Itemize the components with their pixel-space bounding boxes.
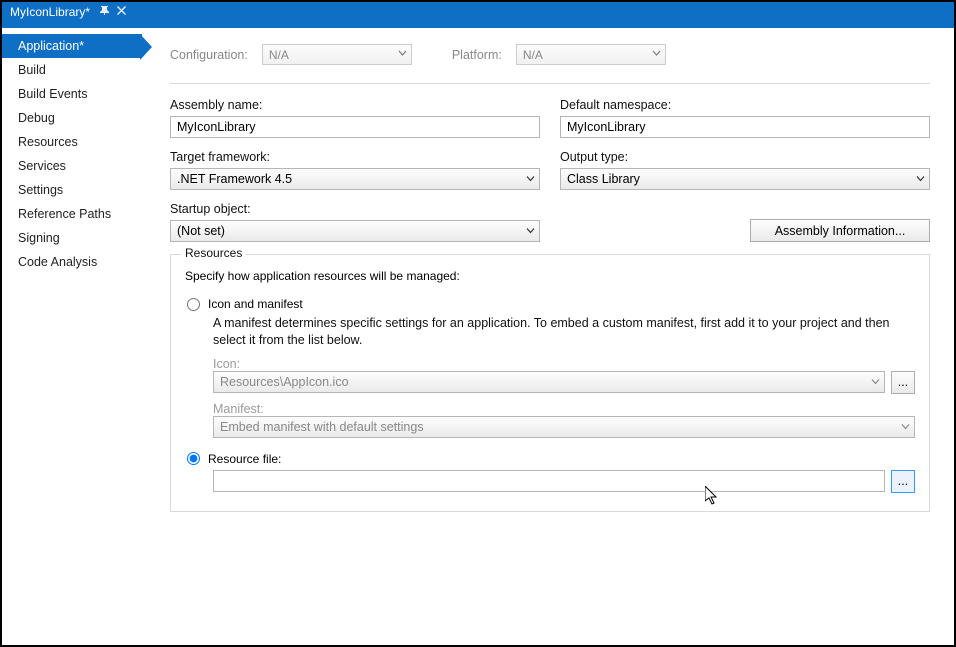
icon-select: Resources\AppIcon.ico bbox=[213, 371, 885, 393]
platform-select: N/A bbox=[516, 44, 666, 65]
sidebar-item-settings[interactable]: Settings bbox=[2, 178, 142, 202]
configuration-label: Configuration: bbox=[170, 48, 248, 62]
assembly-information-button[interactable]: Assembly Information... bbox=[750, 219, 930, 242]
target-framework-label: Target framework: bbox=[170, 150, 540, 164]
tab-title: MyIconLibrary* bbox=[10, 5, 90, 19]
icon-manifest-radio[interactable]: Icon and manifest bbox=[187, 297, 915, 311]
close-icon[interactable] bbox=[117, 6, 126, 18]
resource-file-input[interactable] bbox=[213, 470, 885, 492]
output-type-select[interactable]: Class Library bbox=[560, 168, 930, 190]
pin-icon[interactable] bbox=[100, 6, 109, 18]
document-tab[interactable]: MyIconLibrary* bbox=[2, 2, 136, 22]
manifest-value: Embed manifest with default settings bbox=[220, 420, 424, 434]
configuration-value: N/A bbox=[269, 48, 289, 62]
configuration-select: N/A bbox=[262, 44, 412, 65]
manifest-select: Embed manifest with default settings bbox=[213, 416, 915, 438]
resource-file-radio[interactable]: Resource file: bbox=[187, 452, 915, 466]
sidebar-item-services[interactable]: Services bbox=[2, 154, 142, 178]
assembly-name-label: Assembly name: bbox=[170, 98, 540, 112]
resources-group: Resources Specify how application resour… bbox=[170, 254, 930, 512]
platform-value: N/A bbox=[523, 48, 543, 62]
chevron-down-icon bbox=[526, 175, 535, 184]
output-type-value: Class Library bbox=[567, 172, 640, 186]
default-namespace-label: Default namespace: bbox=[560, 98, 930, 112]
startup-object-value: (Not set) bbox=[177, 224, 225, 238]
icon-label: Icon: bbox=[213, 357, 915, 371]
platform-label: Platform: bbox=[452, 48, 502, 62]
output-type-label: Output type: bbox=[560, 150, 930, 164]
manifest-label: Manifest: bbox=[213, 402, 915, 416]
chevron-down-icon bbox=[901, 422, 910, 431]
sidebar-item-build[interactable]: Build bbox=[2, 58, 142, 82]
target-framework-select[interactable]: .NET Framework 4.5 bbox=[170, 168, 540, 190]
target-framework-value: .NET Framework 4.5 bbox=[177, 172, 292, 186]
icon-manifest-help: A manifest determines specific settings … bbox=[213, 315, 915, 349]
sidebar-item-code-analysis[interactable]: Code Analysis bbox=[2, 250, 142, 274]
assembly-name-input[interactable] bbox=[170, 116, 540, 138]
sidebar-item-build-events[interactable]: Build Events bbox=[2, 82, 142, 106]
chevron-down-icon bbox=[526, 227, 535, 236]
chevron-down-icon bbox=[652, 49, 661, 58]
icon-value: Resources\AppIcon.ico bbox=[220, 375, 349, 389]
chevron-down-icon bbox=[916, 175, 925, 184]
startup-object-select[interactable]: (Not set) bbox=[170, 220, 540, 242]
chevron-down-icon bbox=[871, 378, 880, 387]
startup-object-label: Startup object: bbox=[170, 202, 540, 216]
sidebar-item-reference-paths[interactable]: Reference Paths bbox=[2, 202, 142, 226]
chevron-down-icon bbox=[398, 49, 407, 58]
sidebar-item-application[interactable]: Application* bbox=[2, 34, 142, 58]
sidebar-item-signing[interactable]: Signing bbox=[2, 226, 142, 250]
default-namespace-input[interactable] bbox=[560, 116, 930, 138]
resources-subtitle: Specify how application resources will b… bbox=[185, 269, 915, 283]
sidebar-item-resources[interactable]: Resources bbox=[2, 130, 142, 154]
resource-file-browse-button[interactable]: ... bbox=[891, 470, 915, 493]
resources-group-title: Resources bbox=[181, 246, 246, 260]
sidebar-item-debug[interactable]: Debug bbox=[2, 106, 142, 130]
icon-browse-button: ... bbox=[891, 371, 915, 394]
